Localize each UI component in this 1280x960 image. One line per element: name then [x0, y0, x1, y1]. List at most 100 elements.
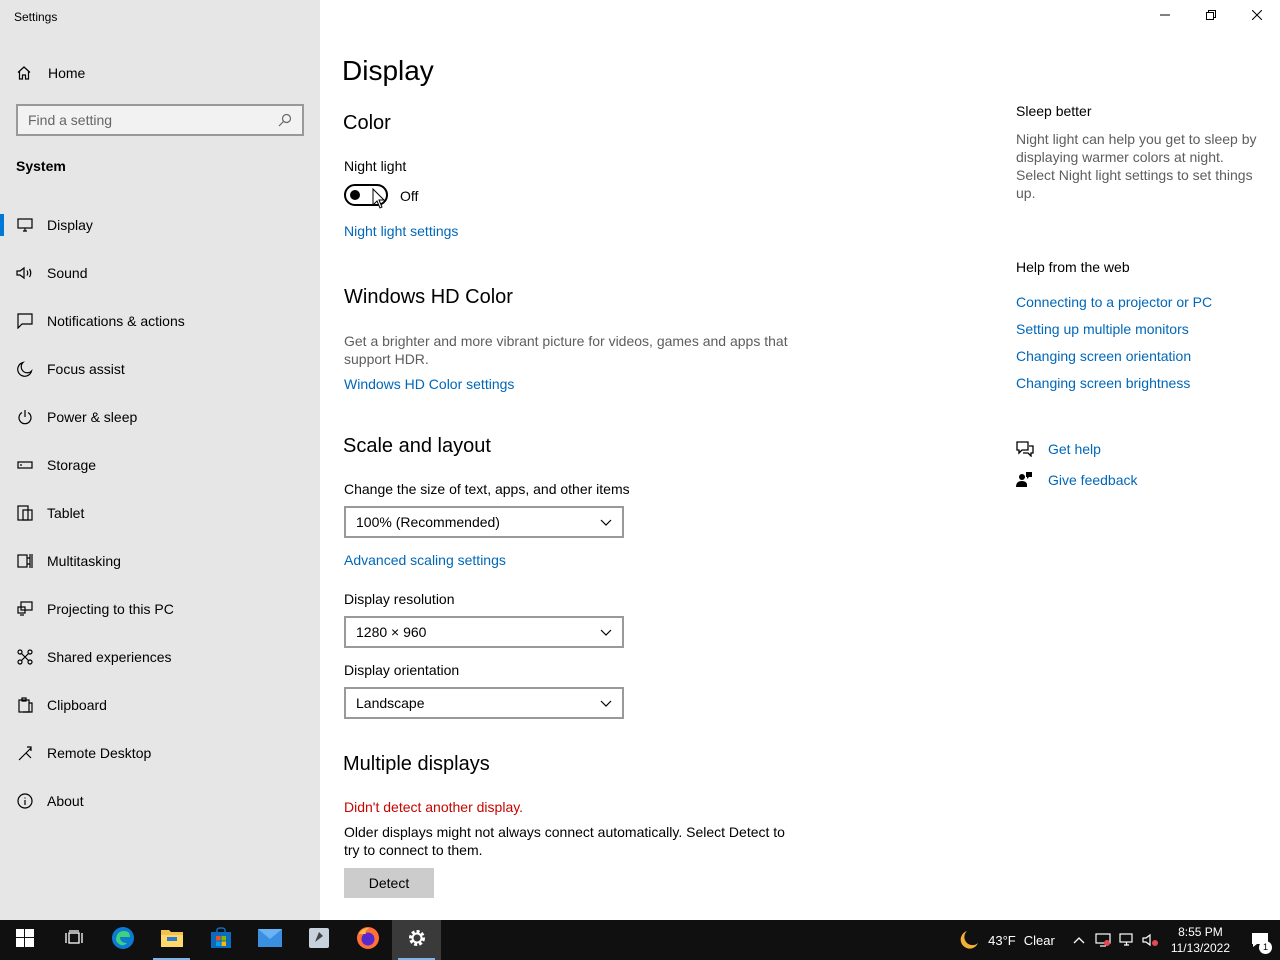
sidebar-item-about[interactable]: About — [0, 777, 320, 825]
help-link-screen-orientation[interactable]: Changing screen orientation — [1016, 348, 1191, 364]
tablet-icon — [16, 504, 34, 522]
multiple-displays-heading: Multiple displays — [343, 753, 490, 775]
get-help-link[interactable]: Get help — [1016, 441, 1101, 457]
help-link-screen-brightness[interactable]: Changing screen brightness — [1016, 375, 1190, 391]
window-title: Settings — [14, 10, 58, 24]
sidebar-item-notifications[interactable]: Notifications & actions — [0, 297, 320, 345]
scale-value: 100% (Recommended) — [356, 514, 500, 530]
sidebar-nav: Display Sound Notifications & actions Fo… — [0, 201, 320, 825]
section-label: System — [16, 158, 66, 174]
clock-time: 8:55 PM — [1178, 925, 1223, 939]
search-icon[interactable] — [278, 113, 292, 127]
moon-weather-icon — [958, 929, 980, 951]
advanced-scaling-link[interactable]: Advanced scaling settings — [344, 552, 506, 568]
size-label: Change the size of text, apps, and other… — [344, 481, 630, 497]
sidebar-item-multitasking[interactable]: Multitasking — [0, 537, 320, 585]
security-icon[interactable] — [1091, 933, 1115, 947]
app-button[interactable] — [294, 920, 343, 960]
sidebar: Settings Home System Display Sound Notif… — [0, 0, 320, 920]
scale-layout-heading: Scale and layout — [343, 435, 491, 457]
network-icon[interactable] — [1115, 933, 1139, 947]
multiple-displays-description: Older displays might not always connect … — [344, 824, 785, 858]
sidebar-item-shared-experiences[interactable]: Shared experiences — [0, 633, 320, 681]
give-feedback-label: Give feedback — [1048, 472, 1138, 488]
speaker-icon — [16, 264, 34, 282]
hd-color-settings-link[interactable]: Windows HD Color settings — [344, 376, 514, 392]
help-link-projector[interactable]: Connecting to a projector or PC — [1016, 294, 1212, 310]
app-icon — [308, 927, 330, 954]
get-help-icon — [1016, 441, 1034, 457]
windows-logo-icon — [15, 928, 34, 952]
sidebar-item-remote-desktop[interactable]: Remote Desktop — [0, 729, 320, 777]
sleep-better-description: Night light can help you get to sleep by… — [1016, 131, 1257, 201]
sidebar-item-tablet[interactable]: Tablet — [0, 489, 320, 537]
sidebar-item-power-sleep[interactable]: Power & sleep — [0, 393, 320, 441]
sidebar-item-label: Multitasking — [47, 553, 121, 569]
sidebar-item-label: Focus assist — [47, 361, 125, 377]
resolution-dropdown[interactable]: 1280 × 960 — [344, 616, 624, 648]
sidebar-item-label: Display — [47, 217, 93, 233]
edge-browser-button[interactable] — [98, 920, 147, 960]
info-icon — [16, 792, 34, 810]
hd-color-description: Get a brighter and more vibrant picture … — [344, 333, 788, 367]
sidebar-item-label: Sound — [47, 265, 88, 281]
orientation-label: Display orientation — [344, 662, 460, 678]
clipboard-icon — [16, 696, 34, 714]
edge-icon — [111, 926, 135, 955]
gear-icon — [407, 928, 427, 953]
night-light-settings-link[interactable]: Night light settings — [344, 223, 458, 239]
monitor-icon — [16, 216, 34, 234]
chevron-up-icon[interactable] — [1067, 936, 1091, 944]
detect-button[interactable]: Detect — [344, 868, 434, 898]
feedback-icon — [1016, 472, 1034, 488]
firefox-button[interactable] — [343, 920, 392, 960]
help-link-multiple-monitors[interactable]: Setting up multiple monitors — [1016, 321, 1189, 337]
scale-dropdown[interactable]: 100% (Recommended) — [344, 506, 624, 538]
sidebar-item-focus-assist[interactable]: Focus assist — [0, 345, 320, 393]
sleep-better-title: Sleep better — [1016, 103, 1092, 119]
search-box[interactable] — [16, 104, 304, 136]
microsoft-store-button[interactable] — [196, 920, 245, 960]
volume-muted-icon[interactable] — [1139, 933, 1163, 947]
sidebar-item-clipboard[interactable]: Clipboard — [0, 681, 320, 729]
home-nav-item[interactable]: Home — [16, 62, 85, 84]
system-tray: 43°F Clear 8:55 PM 11/13/2022 1 — [958, 920, 1280, 960]
sidebar-item-display[interactable]: Display — [0, 201, 320, 249]
action-center-button[interactable]: 1 — [1240, 932, 1280, 954]
resolution-value: 1280 × 960 — [356, 624, 427, 640]
mail-button[interactable] — [245, 920, 294, 960]
orientation-dropdown[interactable]: Landscape — [344, 687, 624, 719]
sidebar-item-label: Projecting to this PC — [47, 601, 174, 617]
sidebar-item-projecting[interactable]: Projecting to this PC — [0, 585, 320, 633]
sidebar-item-sound[interactable]: Sound — [0, 249, 320, 297]
weather-widget[interactable]: 43°F Clear — [958, 929, 1055, 951]
start-button[interactable] — [0, 920, 49, 960]
color-heading: Color — [343, 112, 391, 134]
moon-icon — [16, 360, 34, 378]
get-help-label: Get help — [1048, 441, 1101, 457]
task-view-button[interactable] — [49, 920, 98, 960]
main-content: Display Color Night light Off Night ligh… — [320, 0, 1280, 920]
search-input[interactable] — [28, 112, 278, 128]
sidebar-item-label: About — [47, 793, 84, 809]
settings-taskbar-button[interactable] — [392, 920, 441, 960]
remote-desktop-icon — [16, 744, 34, 762]
hd-color-heading: Windows HD Color — [344, 286, 513, 308]
storage-icon — [16, 456, 34, 474]
sidebar-item-storage[interactable]: Storage — [0, 441, 320, 489]
home-label: Home — [48, 65, 86, 81]
notification-count-badge: 1 — [1259, 941, 1272, 954]
chevron-down-icon — [600, 624, 612, 640]
file-explorer-button[interactable] — [147, 920, 196, 960]
give-feedback-link[interactable]: Give feedback — [1016, 472, 1138, 488]
projecting-icon — [16, 600, 34, 618]
sidebar-item-label: Shared experiences — [47, 649, 172, 665]
sidebar-item-label: Remote Desktop — [47, 745, 152, 761]
sidebar-item-label: Storage — [47, 457, 97, 473]
detect-error-message: Didn't detect another display. — [344, 799, 524, 815]
clock-date: 11/13/2022 — [1170, 941, 1230, 955]
clock[interactable]: 8:55 PM 11/13/2022 — [1171, 924, 1230, 956]
mouse-cursor-icon — [372, 187, 386, 215]
sidebar-item-label: Tablet — [47, 505, 85, 521]
resolution-label: Display resolution — [344, 591, 455, 607]
